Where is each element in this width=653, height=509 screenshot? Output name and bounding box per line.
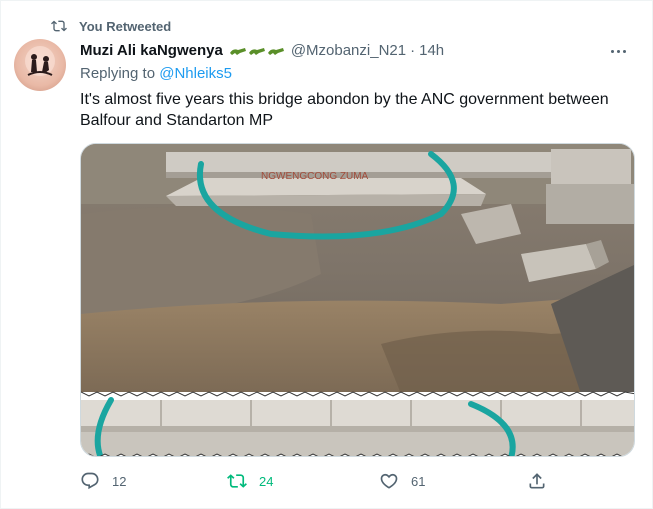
- more-options-button[interactable]: [606, 41, 630, 61]
- author-handle[interactable]: @Mzobanzi_N21: [291, 42, 406, 59]
- share-icon: [529, 473, 545, 489]
- like-count: 61: [411, 473, 426, 489]
- retweet-button[interactable]: 24: [227, 471, 273, 491]
- reply-count: 12: [112, 473, 127, 489]
- tweet-time[interactable]: 14h: [419, 42, 444, 59]
- crocodile-icon: [229, 44, 247, 56]
- replying-to-handle-link[interactable]: @Nhleiks5: [159, 65, 232, 82]
- tweet-actions: 12 24 61: [80, 471, 550, 495]
- tweet-header: Muzi Ali kaNgwenya @Mzobanzi_N21 · 14h: [80, 39, 444, 61]
- retweet-banner-text: You Retweeted: [79, 18, 172, 34]
- replying-to: Replying to @Nhleiks5: [80, 65, 232, 82]
- retweet-banner: You Retweeted: [51, 17, 171, 35]
- more-dot-icon: [616, 49, 620, 53]
- tweet-photo[interactable]: NGWENGCONG ZUMA: [80, 143, 635, 457]
- crocodile-icon: [248, 44, 266, 56]
- crocodile-emoji-icons: [229, 44, 285, 56]
- graffiti-text: NGWENGCONG ZUMA: [261, 171, 369, 182]
- retweet-count: 24: [259, 473, 274, 489]
- share-button[interactable]: [527, 471, 559, 491]
- tweet-text: It's almost five years this bridge abond…: [80, 91, 609, 129]
- retweet-icon: [51, 20, 67, 32]
- time-separator: ·: [410, 41, 416, 59]
- like-button[interactable]: 61: [379, 471, 425, 491]
- more-dot-icon: [610, 49, 614, 53]
- author-name[interactable]: Muzi Ali kaNgwenya: [80, 42, 223, 59]
- retweet-icon: [227, 474, 247, 488]
- reply-icon: [81, 472, 99, 490]
- tweet-card[interactable]: You Retweeted Muzi Ali kaNgwenya @Mzoban…: [0, 0, 653, 509]
- crocodile-icon: [267, 44, 285, 56]
- heart-icon: [380, 473, 398, 489]
- replying-to-label: Replying to: [80, 65, 160, 82]
- avatar[interactable]: [14, 39, 66, 91]
- reply-button[interactable]: 12: [80, 471, 126, 491]
- more-dot-icon: [622, 49, 626, 53]
